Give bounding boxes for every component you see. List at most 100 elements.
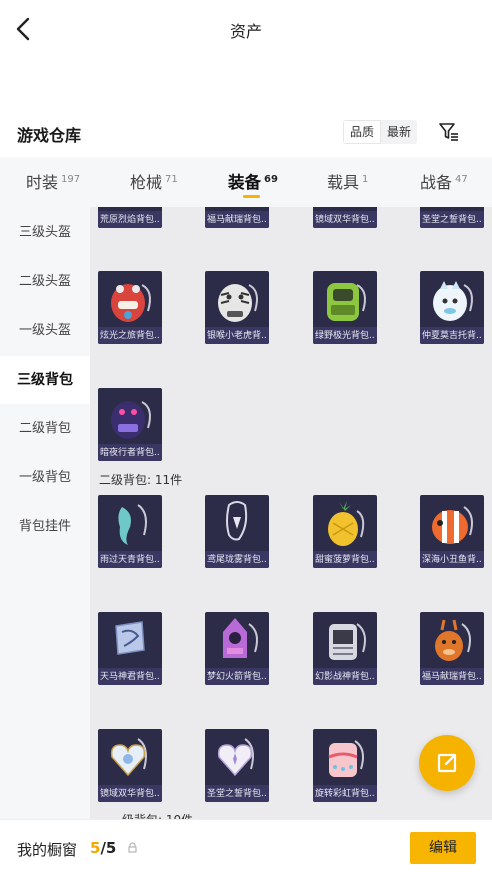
backpack-tile[interactable]: 幻影战神背包... — [313, 612, 377, 685]
tile-name: 幻影战神背包... — [315, 672, 375, 682]
page-title: 资产 — [229, 22, 262, 41]
tab-label: 枪械 — [130, 173, 163, 192]
mirror-twin-backpack-icon — [110, 738, 147, 777]
pineapple-backpack-icon — [328, 501, 365, 546]
group-label-level2-backpack: 二级背包: 11件 — [99, 473, 183, 487]
filter-icon — [439, 123, 458, 141]
backpack-tile[interactable]: 镜域双华背包... — [313, 207, 377, 228]
tab-vehicles[interactable]: 载具 1 — [327, 169, 368, 193]
rocket-backpack-icon — [223, 618, 258, 658]
backpack-tile[interactable]: 绿野极光背包... — [313, 271, 377, 344]
tab-guns[interactable]: 枪械 71 — [130, 169, 178, 193]
tile-name: 荒原烈焰背包... — [100, 215, 160, 225]
backpack-tile[interactable]: 甜蜜菠萝背包... — [313, 495, 377, 568]
iris-mist-backpack-icon — [226, 501, 248, 541]
group-label-level1-backpack: 一级背包: 10件 — [110, 811, 193, 819]
tab-fashion[interactable]: 时装 197 — [26, 169, 80, 193]
sky-blue-backpack-icon — [118, 504, 147, 545]
category-tabs: 时装 197 枪械 71 装备 69 载具 1 战备 47 — [0, 157, 492, 207]
tile-name: 鸢尾珑雾背包... — [207, 555, 267, 565]
backpack-tile[interactable]: 旋转彩虹背包... — [313, 729, 377, 802]
tab-count: 69 — [264, 174, 278, 185]
sidebar-item-level2-helmet[interactable]: 二级头盔 — [0, 258, 90, 306]
tile-name: 天马神君背包... — [100, 672, 160, 682]
tab-count: 1 — [362, 174, 369, 185]
mojito-backpack-icon — [433, 281, 473, 321]
backpack-tile[interactable]: 福马献瑞背包... — [205, 207, 269, 228]
tab-label: 时装 — [26, 173, 59, 192]
tile-name: 甜蜜菠萝背包... — [315, 555, 375, 565]
tab-count: 71 — [165, 174, 178, 185]
item-grid: 荒原烈焰背包... 福马献瑞背包... 镜域双华背包... 圣堂之誓背包... … — [90, 207, 492, 819]
backpack-tile[interactable]: 天马神君背包... — [98, 612, 162, 685]
sort-newest[interactable]: 最新 — [381, 120, 417, 144]
tab-label: 装备 — [228, 173, 261, 192]
warehouse-title: 游戏仓库 — [17, 126, 82, 145]
filter-button[interactable] — [437, 120, 461, 144]
night-walker-backpack-icon — [111, 401, 151, 439]
tile-name: 雨过天青背包... — [100, 555, 160, 565]
tile-name: 圣堂之誓背包... — [422, 215, 482, 225]
tab-label: 战备 — [420, 173, 453, 192]
tile-name: 仲夏莫吉托背... — [422, 331, 482, 341]
backpack-tile[interactable]: 荒原烈焰背包... — [98, 207, 162, 228]
tile-name: 深海小丑鱼背... — [422, 555, 482, 565]
sanctuary-oath-backpack-icon — [217, 738, 254, 777]
share-out-icon — [437, 753, 457, 773]
showcase-count: 5/5 — [90, 839, 116, 857]
pegasus-backpack-icon — [115, 621, 145, 655]
backpack-tile[interactable]: 梦幻火箭背包... — [205, 612, 269, 685]
subcategory-sidebar: 三级头盔 二级头盔 一级头盔 三级背包 二级背包 一级背包 背包挂件 — [0, 207, 90, 819]
sidebar-item-level1-helmet[interactable]: 一级头盔 — [0, 307, 90, 355]
tile-name: 绿野极光背包... — [315, 331, 375, 341]
tile-name: 梦幻火箭背包... — [207, 672, 267, 682]
showcase-count-total: 5 — [105, 839, 117, 857]
lucky-horse-backpack-icon — [435, 619, 471, 661]
backpack-tile[interactable]: 圣堂之誓背包... — [420, 207, 484, 228]
tile-name: 旋转彩虹背包... — [315, 789, 375, 799]
sort-quality[interactable]: 品质 — [343, 120, 382, 144]
sidebar-item-level3-helmet[interactable]: 三级头盔 — [0, 209, 90, 257]
tab-supplies[interactable]: 战备 47 — [420, 169, 468, 193]
sort-toggle: 品质 最新 — [343, 120, 418, 144]
backpack-tile[interactable]: 圣堂之誓背包... — [205, 729, 269, 802]
sidebar-item-level2-backpack[interactable]: 二级背包 — [0, 405, 90, 453]
clownfish-backpack-icon — [432, 506, 473, 544]
backpack-tile[interactable]: 仲夏莫吉托背... — [420, 271, 484, 344]
tile-name: 镜域双华背包... — [315, 215, 375, 225]
tile-name: 福马献瑞背包... — [422, 672, 482, 682]
tile-name: 炫光之旅背包... — [100, 331, 160, 341]
rainbow-backpack-icon — [328, 740, 364, 777]
tab-count: 47 — [455, 174, 468, 185]
edit-button[interactable]: 编辑 — [410, 832, 476, 864]
backpack-tile[interactable]: 雨过天青背包... — [98, 495, 162, 568]
backpack-tile[interactable]: 银喉小老虎背... — [205, 271, 269, 344]
backpack-tile[interactable]: 鸢尾珑雾背包... — [205, 495, 269, 568]
top-bar: 资产 — [0, 0, 492, 58]
bottom-bar: 我的橱窗 5/5 编辑 — [0, 819, 492, 876]
showcase-label: 我的橱窗 — [17, 841, 78, 859]
sidebar-item-level1-backpack[interactable]: 一级背包 — [0, 454, 90, 502]
backpack-tile[interactable]: 福马献瑞背包... — [420, 612, 484, 685]
tile-name: 暗夜行者背包... — [100, 448, 160, 458]
backpack-tile[interactable]: 暗夜行者背包... — [98, 388, 162, 461]
share-button[interactable] — [419, 735, 475, 791]
tile-name: 镜域双华背包... — [100, 789, 160, 799]
backpack-tile[interactable]: 炫光之旅背包... — [98, 271, 162, 344]
tab-count: 197 — [61, 174, 81, 185]
tile-name: 圣堂之誓背包... — [207, 789, 267, 799]
phantom-warrior-backpack-icon — [329, 623, 366, 660]
lock-icon — [128, 842, 137, 853]
backpack-tile[interactable]: 镜域双华背包... — [98, 729, 162, 802]
green-aurora-backpack-icon — [327, 283, 366, 321]
backpack-tile[interactable]: 深海小丑鱼背... — [420, 495, 484, 568]
sidebar-item-backpack-charm[interactable]: 背包挂件 — [0, 503, 90, 551]
sidebar-item-level3-backpack[interactable]: 三级背包 — [0, 356, 90, 404]
red-monster-backpack-icon — [111, 284, 151, 322]
tile-name: 福马献瑞背包... — [207, 215, 267, 225]
active-tab-indicator — [243, 195, 260, 198]
tiger-backpack-icon — [218, 284, 258, 322]
tile-name: 银喉小老虎背... — [207, 331, 267, 341]
tab-equipment[interactable]: 装备 69 — [228, 169, 278, 193]
showcase-count-current: 5 — [90, 839, 101, 857]
